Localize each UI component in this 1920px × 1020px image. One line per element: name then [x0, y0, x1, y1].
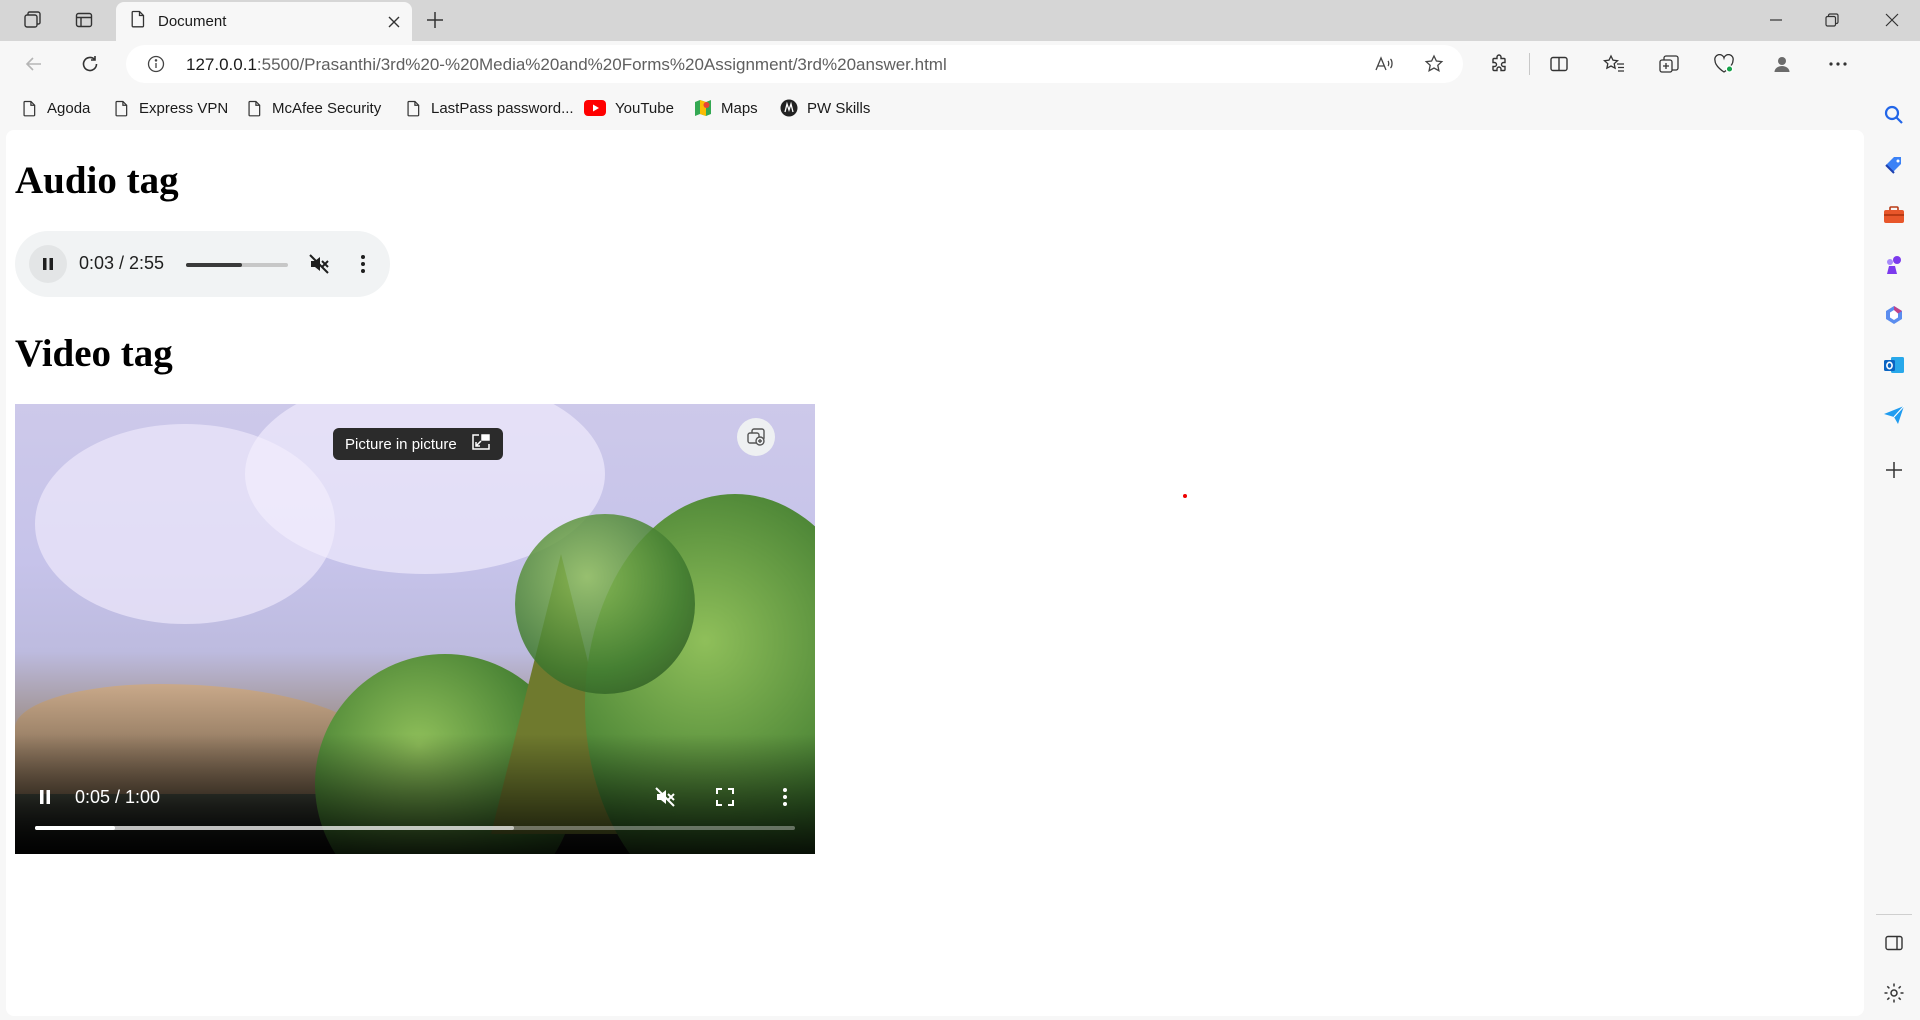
close-window-button[interactable] — [1864, 0, 1920, 40]
favorite-lastpass[interactable]: LastPass password... — [404, 96, 574, 120]
favorite-label: PW Skills — [807, 99, 871, 117]
favorite-mcafee-security[interactable]: McAfee Security — [245, 96, 381, 120]
pip-tooltip: Picture in picture — [333, 428, 503, 460]
audio-player[interactable]: 0:03 / 2:55 — [15, 231, 390, 297]
vertical-tabs-icon[interactable] — [68, 6, 100, 34]
title-bar: Document — [0, 0, 1920, 41]
url-text[interactable]: 127.0.0.1:5500/Prasanthi/3rd%20-%20Media… — [186, 55, 947, 75]
page-icon — [404, 99, 422, 117]
maps-icon — [694, 99, 712, 117]
sidebar-settings-icon[interactable] — [1878, 977, 1910, 1009]
pw-skills-icon — [780, 99, 798, 117]
profile-avatar-icon[interactable] — [1764, 47, 1800, 81]
toolbar-divider — [1529, 53, 1530, 75]
audio-seek-slider[interactable] — [186, 263, 288, 267]
audio-heading: Audio tag — [15, 159, 179, 202]
refresh-button[interactable] — [72, 47, 108, 81]
sidebar-divider — [1876, 914, 1912, 915]
hide-sidebar-icon[interactable] — [1878, 927, 1910, 959]
video-frame-bush — [515, 514, 695, 694]
favorites-bar: Agoda Express VPN McAfee Security LastPa… — [0, 87, 1880, 128]
favorite-agoda[interactable]: Agoda — [20, 96, 90, 120]
page-icon — [245, 99, 263, 117]
page-icon — [112, 99, 130, 117]
fullscreen-button[interactable] — [707, 780, 743, 814]
read-aloud-icon[interactable] — [1368, 50, 1400, 78]
page-icon — [20, 99, 38, 117]
split-screen-icon[interactable] — [1541, 47, 1577, 81]
more-menu-icon[interactable] — [1820, 47, 1856, 81]
shopping-tag-icon[interactable] — [1878, 149, 1910, 181]
youtube-icon — [584, 99, 606, 117]
restore-button[interactable] — [1804, 0, 1860, 40]
outlook-icon[interactable] — [1878, 349, 1910, 381]
new-tab-button[interactable] — [420, 6, 450, 34]
pip-button[interactable] — [737, 418, 775, 456]
url-path: :5500/Prasanthi/3rd%20-%20Media%20and%20… — [256, 55, 947, 74]
favorite-label: Express VPN — [139, 99, 229, 117]
microsoft-365-icon[interactable] — [1878, 299, 1910, 331]
page-icon — [130, 10, 146, 33]
audio-mute-button[interactable] — [304, 249, 334, 279]
tools-briefcase-icon[interactable] — [1878, 199, 1910, 231]
video-mute-button[interactable] — [647, 780, 683, 814]
video-heading: Video tag — [15, 332, 173, 375]
audio-seek-fill — [186, 263, 243, 267]
audio-more-options-icon[interactable] — [348, 249, 378, 279]
games-icon[interactable] — [1878, 249, 1910, 281]
back-button[interactable] — [16, 47, 52, 81]
favorite-label: Maps — [721, 99, 758, 117]
close-tab-icon[interactable] — [380, 8, 408, 36]
browser-essentials-icon[interactable] — [1706, 47, 1742, 81]
edge-sidebar — [1868, 41, 1920, 1020]
favorite-star-icon[interactable] — [1418, 50, 1450, 78]
video-progress-bar — [35, 826, 115, 830]
tab-document[interactable]: Document — [116, 2, 412, 41]
favorite-maps[interactable]: Maps — [694, 96, 758, 120]
workspaces-icon[interactable] — [16, 6, 48, 34]
collections-icon[interactable] — [1651, 47, 1687, 81]
web-page: Audio tag 0:03 / 2:55 Video tag Picture … — [6, 130, 1864, 1016]
cursor-dot — [1183, 494, 1187, 498]
search-icon[interactable] — [1878, 99, 1910, 131]
navigation-bar: 127.0.0.1:5500/Prasanthi/3rd%20-%20Media… — [0, 41, 1920, 87]
favorite-label: YouTube — [615, 99, 674, 117]
video-time: 0:05 / 1:00 — [75, 787, 161, 807]
audio-time: 0:03 / 2:55 — [79, 253, 165, 273]
address-bar[interactable]: 127.0.0.1:5500/Prasanthi/3rd%20-%20Media… — [126, 45, 1463, 83]
video-more-options-icon[interactable] — [767, 780, 803, 814]
extensions-icon[interactable] — [1481, 47, 1517, 81]
favorite-youtube[interactable]: YouTube — [584, 96, 674, 120]
drop-send-icon[interactable] — [1878, 399, 1910, 431]
favorite-express-vpn[interactable]: Express VPN — [112, 96, 228, 120]
video-player[interactable]: Picture in picture 0:05 / 1:00 — [15, 404, 815, 854]
tab-title: Document — [158, 13, 227, 30]
favorite-pw-skills[interactable]: PW Skills — [780, 96, 870, 120]
favorite-label: LastPass password... — [431, 99, 574, 117]
site-info-icon[interactable] — [140, 50, 172, 78]
picture-in-picture-icon — [471, 433, 491, 455]
minimize-button[interactable] — [1748, 0, 1804, 40]
favorites-icon[interactable] — [1596, 47, 1632, 81]
video-seek-slider[interactable] — [35, 826, 795, 830]
favorite-label: Agoda — [47, 99, 91, 117]
add-sidebar-app-icon[interactable] — [1878, 454, 1910, 486]
pip-tooltip-text: Picture in picture — [345, 435, 457, 453]
video-pause-button[interactable] — [27, 780, 63, 814]
audio-pause-button[interactable] — [29, 245, 67, 283]
favorite-label: McAfee Security — [272, 99, 382, 117]
url-host: 127.0.0.1 — [186, 55, 257, 74]
